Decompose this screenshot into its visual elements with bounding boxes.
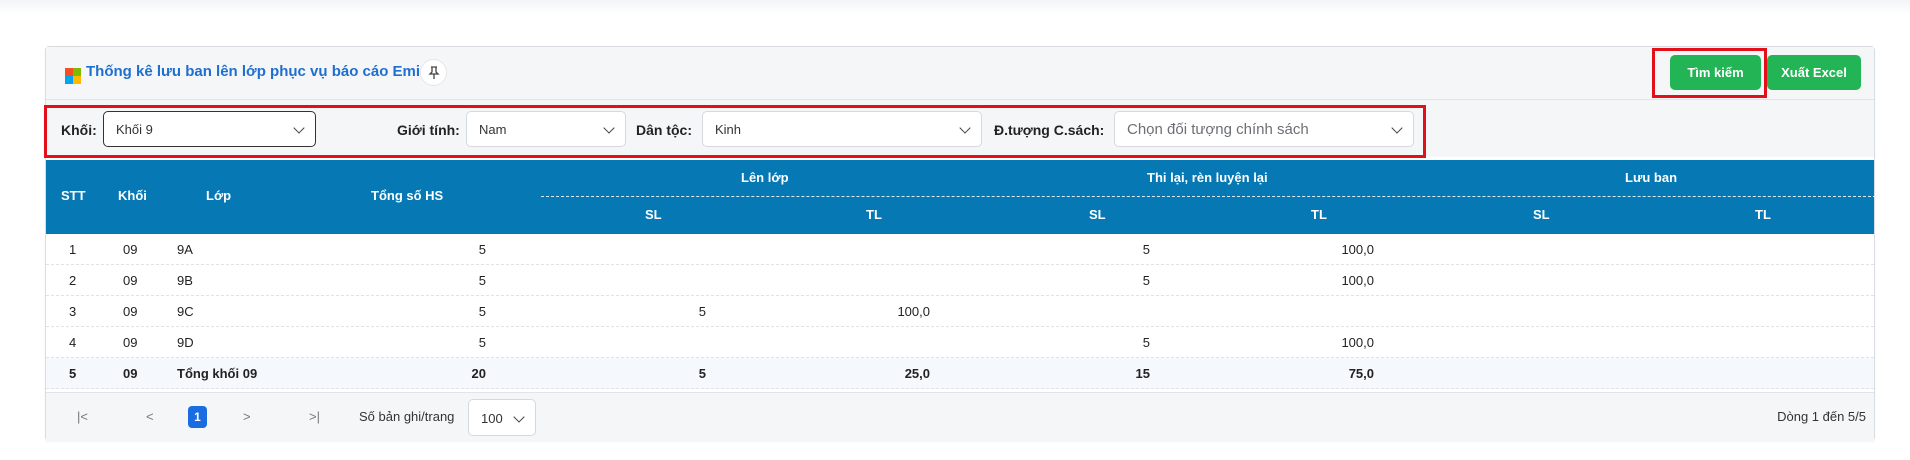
cell-len-sl: 5 bbox=[698, 304, 706, 319]
last-page-button[interactable]: >| bbox=[309, 409, 320, 424]
cell-tong: 5 bbox=[478, 242, 486, 257]
per-page-select[interactable]: 100 bbox=[468, 399, 536, 436]
search-button[interactable]: Tìm kiếm bbox=[1670, 55, 1761, 90]
filter-bar: Khối: Khối 9 Giới tính: Nam Dân tộc: Kin… bbox=[46, 100, 1874, 157]
col-group-len-lop: Lên lớp bbox=[741, 170, 789, 185]
per-page-value: 100 bbox=[481, 411, 503, 426]
cell-thi-tl: 75,0 bbox=[1348, 366, 1374, 381]
cell-khoi: 09 bbox=[123, 242, 138, 257]
chevron-down-icon bbox=[1391, 122, 1403, 134]
gioi-tinh-select[interactable]: Nam bbox=[466, 111, 626, 147]
col-stt: STT bbox=[61, 188, 86, 203]
logo-square-yellow bbox=[73, 76, 81, 84]
prev-page-button[interactable]: < bbox=[146, 409, 154, 424]
record-summary: Dòng 1 đến 5/5 bbox=[1777, 409, 1866, 424]
cell-tong: 5 bbox=[478, 304, 486, 319]
table-total-row[interactable]: 5 09 Tổng khối 09 20 5 25,0 15 75,0 bbox=[46, 358, 1874, 389]
col-thi-lai-sl: SL bbox=[1089, 207, 1106, 222]
cell-len-tl: 25,0 bbox=[904, 366, 930, 381]
cell-khoi: 09 bbox=[123, 335, 138, 350]
panel-header: Thống kê lưu ban lên lớp phục vụ báo cáo… bbox=[46, 47, 1874, 100]
col-lop: Lớp bbox=[206, 188, 232, 203]
cell-thi-tl: 100,0 bbox=[1341, 273, 1374, 288]
khoi-select-value: Khối 9 bbox=[116, 122, 153, 137]
cell-khoi: 09 bbox=[123, 273, 138, 288]
cell-thi-sl: 15 bbox=[1135, 366, 1150, 381]
chevron-down-icon bbox=[959, 122, 971, 134]
khoi-select[interactable]: Khối 9 bbox=[103, 111, 316, 147]
cell-thi-tl: 100,0 bbox=[1341, 242, 1374, 257]
filter-label-dan-toc: Dân tộc: bbox=[636, 122, 692, 138]
cell-thi-sl: 5 bbox=[1142, 273, 1150, 288]
cell-tong: 5 bbox=[478, 273, 486, 288]
cell-lop: 9A bbox=[177, 242, 193, 257]
cell-stt: 5 bbox=[69, 366, 77, 381]
col-luu-ban-sl: SL bbox=[1533, 207, 1550, 222]
chevron-down-icon bbox=[293, 122, 305, 134]
cell-lop: 9D bbox=[177, 335, 194, 350]
export-excel-button[interactable]: Xuất Excel bbox=[1767, 55, 1861, 90]
cell-stt: 3 bbox=[69, 304, 77, 319]
table-row[interactable]: 4 09 9D 5 5 100,0 bbox=[46, 327, 1874, 358]
app-logo-icon bbox=[65, 68, 81, 84]
col-tong-so-hs: Tổng số HS bbox=[371, 188, 444, 203]
col-luu-ban-tl: TL bbox=[1755, 207, 1771, 222]
cell-thi-tl: 100,0 bbox=[1341, 335, 1374, 350]
dan-toc-select-value: Kinh bbox=[715, 122, 742, 137]
cell-lop: 9B bbox=[177, 273, 193, 288]
filter-label-gioi-tinh: Giới tính: bbox=[397, 122, 460, 138]
col-len-lop-tl: TL bbox=[866, 207, 882, 222]
pagination-bar: |< < 1 > >| Số bản ghi/trang 100 Dòng 1 … bbox=[46, 392, 1874, 442]
gioi-tinh-select-value: Nam bbox=[479, 122, 507, 137]
cell-stt: 4 bbox=[69, 335, 77, 350]
cell-thi-sl: 5 bbox=[1142, 335, 1150, 350]
logo-square-blue bbox=[65, 76, 73, 84]
logo-square-red bbox=[65, 68, 73, 76]
header-divider bbox=[541, 196, 1876, 197]
filter-label-doi-tuong: Đ.tượng C.sách: bbox=[994, 122, 1105, 138]
cell-khoi: 09 bbox=[123, 304, 138, 319]
table-row[interactable]: 3 09 9C 5 5 100,0 bbox=[46, 296, 1874, 327]
table-header: STT Khối Lớp Tổng số HS Lên lớp Thi lại,… bbox=[46, 160, 1876, 234]
chevron-down-icon bbox=[513, 411, 525, 423]
per-page-label: Số bản ghi/trang bbox=[359, 409, 455, 424]
cell-stt: 1 bbox=[69, 242, 77, 257]
col-len-lop-sl: SL bbox=[645, 207, 662, 222]
col-group-luu-ban: Lưu ban bbox=[1625, 170, 1678, 185]
doi-tuong-placeholder: Chọn đối tượng chính sách bbox=[1127, 121, 1309, 138]
cell-stt: 2 bbox=[69, 273, 77, 288]
top-strip bbox=[0, 0, 1910, 14]
cell-tong: 20 bbox=[471, 366, 486, 381]
col-khoi: Khối bbox=[118, 188, 147, 203]
cell-thi-sl: 5 bbox=[1142, 242, 1150, 257]
col-group-thi-lai: Thi lại, rèn luyện lại bbox=[1147, 170, 1268, 185]
page-title: Thống kê lưu ban lên lớp phục vụ báo cáo… bbox=[86, 63, 429, 80]
logo-square-green bbox=[73, 68, 81, 76]
cell-len-sl: 5 bbox=[698, 366, 706, 381]
table-row[interactable]: 1 09 9A 5 5 100,0 bbox=[46, 234, 1874, 265]
col-thi-lai-tl: TL bbox=[1311, 207, 1327, 222]
next-page-button[interactable]: > bbox=[243, 409, 251, 424]
cell-tong: 5 bbox=[478, 335, 486, 350]
table-row[interactable]: 2 09 9B 5 5 100,0 bbox=[46, 265, 1874, 296]
report-panel: Thống kê lưu ban lên lớp phục vụ báo cáo… bbox=[45, 46, 1876, 442]
pin-icon[interactable] bbox=[420, 59, 447, 86]
cell-khoi: 09 bbox=[123, 366, 138, 381]
cell-lop: 9C bbox=[177, 304, 194, 319]
doi-tuong-select[interactable]: Chọn đối tượng chính sách bbox=[1114, 111, 1414, 147]
first-page-button[interactable]: |< bbox=[77, 409, 88, 424]
cell-lop: Tổng khối 09 bbox=[177, 366, 258, 381]
chevron-down-icon bbox=[603, 122, 615, 134]
page-number-current[interactable]: 1 bbox=[188, 406, 207, 428]
cell-len-tl: 100,0 bbox=[897, 304, 930, 319]
filter-label-khoi: Khối: bbox=[61, 122, 97, 138]
dan-toc-select[interactable]: Kinh bbox=[702, 111, 982, 147]
